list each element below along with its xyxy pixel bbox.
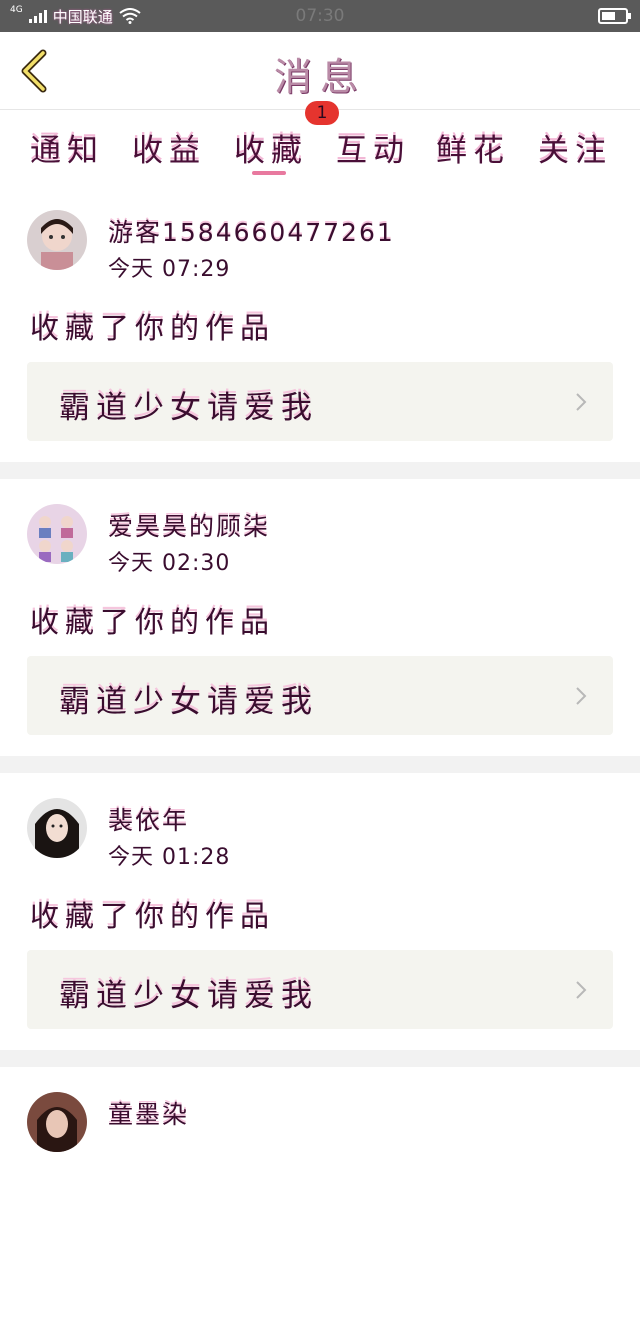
avatar-image <box>27 210 87 270</box>
username[interactable]: 爱昊昊的顾柒 <box>108 507 270 543</box>
timestamp: 今天 02:30 <box>108 551 231 576</box>
work-link[interactable]: 霸道少女请爱我 <box>27 362 613 441</box>
active-tab-indicator <box>252 171 286 175</box>
work-title: 霸道少女请爱我 <box>59 978 318 1014</box>
tab-favorites-label: 收藏 <box>234 133 308 169</box>
avatar-image <box>27 1092 87 1152</box>
favorites-count-badge: 1 <box>305 101 339 125</box>
work-title: 霸道少女请爱我 <box>59 390 318 426</box>
avatar[interactable] <box>27 798 87 858</box>
message-feed: 游客1584660477261 今天 07:29 收藏了你的作品 霸道少女请爱我… <box>0 185 640 1344</box>
action-text: 收藏了你的作品 <box>30 899 276 933</box>
work-link[interactable]: 霸道少女请爱我 <box>27 656 613 735</box>
tab-interactions[interactable]: 互动 <box>336 125 410 170</box>
avatar[interactable] <box>27 504 87 564</box>
username[interactable]: 童墨染 <box>108 1095 189 1131</box>
signal-icon <box>28 9 47 23</box>
avatar[interactable] <box>27 210 87 270</box>
status-bar: 4G 中国联通 07:30 <box>0 0 640 32</box>
page-title: 消息 <box>273 55 366 99</box>
carrier-name: 中国联通 <box>52 7 113 26</box>
battery-level <box>602 12 615 20</box>
tab-flowers[interactable]: 鲜花 <box>436 125 510 170</box>
separator <box>0 756 640 773</box>
status-left: 4G 中国联通 <box>10 5 141 27</box>
chevron-right-icon <box>576 981 587 999</box>
chevron-right-icon <box>576 393 587 411</box>
network-label: 4G <box>10 5 23 15</box>
avatar-image <box>27 798 87 858</box>
timestamp: 今天 01:28 <box>108 845 231 870</box>
tab-earnings[interactable]: 收益 <box>132 125 206 170</box>
action-text: 收藏了你的作品 <box>30 311 276 345</box>
message-card: 童墨染 <box>0 1067 640 1344</box>
avatar[interactable] <box>27 1092 87 1152</box>
message-card: 游客1584660477261 今天 07:29 收藏了你的作品 霸道少女请爱我 <box>0 185 640 462</box>
message-card: 裴依年 今天 01:28 收藏了你的作品 霸道少女请爱我 <box>0 773 640 1050</box>
timestamp: 今天 07:29 <box>108 257 231 282</box>
tab-notifications[interactable]: 通知 <box>30 125 104 170</box>
work-link[interactable]: 霸道少女请爱我 <box>27 950 613 1029</box>
username[interactable]: 裴依年 <box>108 801 189 837</box>
header: 消息 <box>0 32 640 110</box>
wifi-icon <box>119 8 141 24</box>
message-card: 爱昊昊的顾柒 今天 02:30 收藏了你的作品 霸道少女请爱我 <box>0 479 640 756</box>
tab-favorites[interactable]: 收藏 <box>234 125 308 170</box>
separator <box>0 462 640 479</box>
tab-bar: 通知 收益 收藏 1 互动 鲜花 关注 <box>0 101 640 185</box>
avatar-image <box>27 504 87 564</box>
separator <box>0 1050 640 1067</box>
tab-follows[interactable]: 关注 <box>538 125 612 170</box>
battery-icon <box>598 8 631 24</box>
chevron-right-icon <box>576 687 587 705</box>
work-title: 霸道少女请爱我 <box>59 684 318 720</box>
action-text: 收藏了你的作品 <box>30 605 276 639</box>
username[interactable]: 游客1584660477261 <box>108 213 395 249</box>
